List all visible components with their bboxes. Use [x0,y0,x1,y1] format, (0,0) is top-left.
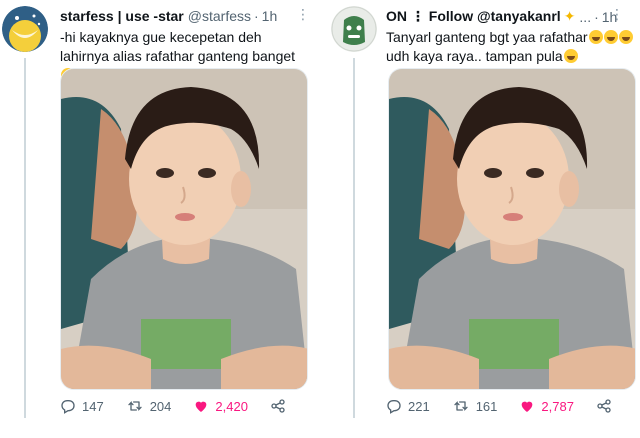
avatar[interactable] [2,6,48,52]
retweet-button[interactable]: 161 [452,398,498,414]
separator-dot: · [594,8,599,25]
more-icon[interactable]: ⋮ [296,6,310,23]
reply-button[interactable]: 221 [386,398,430,414]
crying-emoji-icon [563,49,578,63]
reply-icon [61,400,75,414]
crying-emoji-icon [618,30,633,44]
retweet-count: 161 [475,398,498,414]
heart-icon [522,401,533,412]
share-button[interactable] [270,398,292,414]
tweet-photo[interactable] [388,68,636,390]
display-name[interactable]: starfess | use -star [60,8,184,24]
retweet-icon [454,401,468,411]
display-name[interactable]: ON ⋮ Follow @tanyakanrl [386,8,561,25]
reply-count: 221 [408,398,430,414]
avatar[interactable] [331,6,377,52]
verified-sparkle-icon: ✦ [563,8,576,24]
tweet-header: ON ⋮ Follow @tanyakanrl ✦ ... · 1h [386,8,617,25]
like-button[interactable]: 2,420 [193,398,248,414]
user-handle[interactable]: @starfess [188,8,251,24]
share-button[interactable] [596,398,618,414]
retweet-count: 204 [149,398,172,414]
heart-icon [196,401,207,412]
like-count: 2,420 [215,398,248,414]
tweet-card-starfess[interactable]: starfess | use -star @starfess · 1h ⋮ -h… [0,0,322,438]
tweet-photo[interactable] [60,68,308,390]
thread-line [24,58,26,418]
tweet-actions: 221 161 2,787 [386,398,618,414]
tweet-text-line2: udh kaya raya.. tampan pula [386,48,563,64]
share-icon [597,399,611,413]
tweet-text: Tanyarl ganteng bgt yaa rafathar udh kay… [386,28,636,66]
tweet-actions: 147 204 2,420 [60,398,292,414]
crying-emoji-icon [603,30,618,44]
reply-count: 147 [82,398,104,414]
reply-button[interactable]: 147 [60,398,104,414]
tweet-card-tanyakanrl[interactable]: ON ⋮ Follow @tanyakanrl ✦ ... · 1h ⋮ Tan… [328,0,640,438]
tweet-text-content: -hi kayaknya gue kecepetan deh lahirnya … [60,29,296,64]
like-count: 2,787 [541,398,574,414]
share-icon [271,399,285,413]
user-handle[interactable]: ... [579,9,591,25]
timestamp[interactable]: 1h [262,8,278,24]
like-button[interactable]: 2,787 [519,398,574,414]
separator-dot: · [254,8,259,24]
more-icon[interactable]: ⋮ [610,6,624,23]
retweet-icon [128,401,142,411]
tweet-header: starfess | use -star @starfess · 1h [60,8,277,24]
crying-emoji-icon [588,30,603,44]
retweet-button[interactable]: 204 [126,398,172,414]
thread-line [353,58,355,418]
tweet-text-line1: Tanyarl ganteng bgt yaa rafathar [386,29,588,45]
reply-icon [387,400,401,414]
